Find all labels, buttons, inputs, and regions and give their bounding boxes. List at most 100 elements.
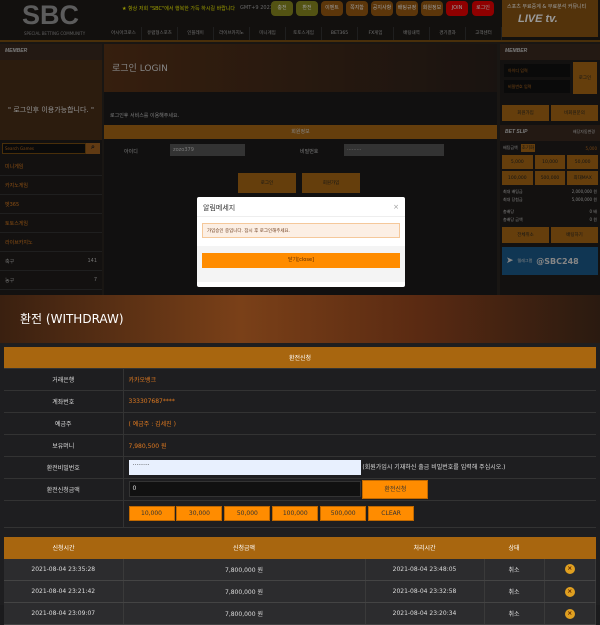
top-button-rules[interactable]: 배팅규정 (396, 1, 418, 16)
nav-item[interactable]: 고객센터 (466, 27, 502, 40)
id-input[interactable]: zozo379 (170, 144, 245, 156)
modal-title: 알림메세지 (203, 203, 235, 210)
notice-ticker: ★ 항상 저희 "SBC"에서 행복한 가득 하시길 바랍니다 (122, 5, 235, 12)
nav-item[interactable]: 라이브카지노 (214, 27, 250, 40)
sidebar-item-label[interactable]: 농구 (5, 277, 14, 283)
sidebar-item-label[interactable]: 미니게임 (5, 163, 23, 169)
quick-amount-button[interactable]: 10,000 (129, 506, 175, 521)
nav-item[interactable]: BET365 (322, 27, 358, 40)
total-amount-value: 0 원 (590, 216, 598, 224)
nav-item[interactable]: 배팅내역 (394, 27, 430, 40)
logo[interactable]: SBC (22, 0, 79, 31)
form-header: 환전신청 (4, 347, 596, 368)
column-header (544, 537, 596, 559)
clock: GMT+9 2021 (240, 5, 273, 11)
id-field[interactable]: 아이디 입력 (504, 64, 570, 77)
nav-item[interactable]: 아시아크로스 (106, 27, 142, 40)
delete-icon[interactable]: × (565, 587, 575, 597)
site-header: SBC SPECIAL BETTING COMMUNITY ★ 항상 저희 "S… (0, 0, 600, 42)
password-hint: (회원가입시 기재하신 출금 비밀번호를 입력해 주십시오.) (362, 464, 505, 471)
balance-label: 보유머니 (4, 434, 123, 456)
sidebar-item-label[interactable]: 벳365 (5, 201, 19, 207)
max-bet-value: 2,000,000 원 (572, 188, 597, 196)
auto-odds-toggle[interactable]: 배당자동변경 (573, 129, 595, 137)
reset-button[interactable]: 초기화 (521, 144, 535, 152)
table-row: 2021-08-04 23:21:427,800,000 원2021-08-04… (4, 581, 596, 603)
login-submit-button[interactable]: 로그인 (238, 173, 296, 193)
place-bet-button[interactable]: 배팅하기 (551, 227, 598, 243)
clear-button[interactable]: CLEAR (368, 506, 414, 521)
nav-item[interactable]: 인플레이 (178, 27, 214, 40)
blank-label (4, 500, 123, 527)
total-amount-label: 총배당 금액 (503, 216, 523, 224)
sidebar-item: 미니게임 (0, 157, 102, 176)
top-button-info[interactable]: 회원정보 (421, 1, 443, 16)
amount-button[interactable]: 최대MAX (567, 171, 598, 185)
top-button-charge[interactable]: 충전 (271, 1, 293, 16)
nav-item[interactable]: FX게임 (358, 27, 394, 40)
top-button-notice[interactable]: 공지사항 (371, 1, 393, 16)
modal-message: 가입승인 중입니다. 잠시 후 로그인해주세요. (202, 223, 400, 238)
pw-label: 비밀번호 (300, 148, 318, 155)
amount-button[interactable]: 10,000 (535, 155, 566, 169)
delete-icon[interactable]: × (565, 564, 575, 574)
withdraw-submit-button[interactable]: 환전신청 (362, 480, 428, 499)
withdraw-page: 환전 (WITHDRAW) 환전신청 거래은행카카오뱅크 계좌번호3333076… (0, 295, 600, 605)
modal-close-button[interactable]: 닫기[close] (202, 253, 400, 268)
request-time: 2021-08-04 23:35:28 (4, 559, 123, 581)
max-bet-label: 최대 배팅금 (503, 188, 523, 196)
top-button-withdraw[interactable]: 환전 (296, 1, 318, 16)
quick-amount-button[interactable]: 30,000 (176, 506, 222, 521)
withdraw-form: 환전신청 거래은행카카오뱅크 계좌번호333307687**** 예금주( 예금… (4, 347, 596, 528)
login-info: 로그인후 서비스를 이용해주세요. (104, 92, 497, 125)
request-time: 2021-08-04 23:21:42 (4, 581, 123, 603)
telegram-id: @SBC248 (536, 257, 578, 266)
column-header: 신청시간 (4, 537, 123, 559)
live-tv-title: 스포츠 무료중계 & 무료분석 커뮤니티 (502, 0, 598, 13)
request-amount: 7,800,000 원 (123, 581, 365, 603)
status: 취소 (484, 603, 544, 625)
amount-button[interactable]: 500,000 (535, 171, 566, 185)
processed-time: 2021-08-04 23:48:05 (365, 559, 484, 581)
member-heading: MEMBER (0, 44, 102, 60)
password-field[interactable]: 비밀번호 입력 (504, 80, 570, 93)
close-icon[interactable]: × (393, 203, 399, 210)
withdraw-password-label: 환전비밀번호 (4, 456, 123, 478)
sidebar-item-label[interactable]: 라이브카지노 (5, 239, 33, 245)
nav-item[interactable]: 유럽형스포츠 (142, 27, 178, 40)
live-tv-banner[interactable]: 스포츠 무료중계 & 무료분석 커뮤니티 LIVE tv. (502, 0, 598, 37)
cancel-all-button[interactable]: 전체취소 (502, 227, 549, 243)
withdraw-password-input[interactable]: ········· (129, 460, 361, 475)
top-button-messages[interactable]: 쪽지함 (346, 1, 368, 16)
amount-button[interactable]: 5,000 (502, 155, 533, 169)
join-button[interactable]: JOIN (446, 1, 468, 16)
sidebar-item-label[interactable]: 축구 (5, 258, 14, 264)
sidebar-item-label[interactable]: 토토스게임 (5, 220, 28, 226)
bank-value: 카카오뱅크 (123, 368, 596, 390)
pw-input[interactable]: ········· (344, 144, 444, 156)
top-button-event[interactable]: 이벤트 (321, 1, 343, 16)
quick-amount-button[interactable]: 500,000 (320, 506, 366, 521)
withdraw-amount-input[interactable]: 0 (129, 481, 361, 497)
quick-amount-button[interactable]: 100,000 (272, 506, 318, 521)
amount-button[interactable]: 100,000 (502, 171, 533, 185)
nav-item[interactable]: 토토스게임 (286, 27, 322, 40)
bet-amount-input[interactable]: 5,000 (538, 146, 597, 151)
nav-item[interactable]: 경기결과 (430, 27, 466, 40)
total-odds-label: 총배당 (503, 208, 514, 216)
nav-item[interactable]: 미니게임 (250, 27, 286, 40)
quick-amount-button[interactable]: 50,000 (224, 506, 270, 521)
telegram-banner[interactable]: ➤ 텔레그램 @SBC248 (502, 247, 598, 275)
login-button[interactable]: 로그인 (472, 1, 494, 16)
amount-button[interactable]: 50,000 (567, 155, 598, 169)
total-odds-value: 0 배 (590, 208, 598, 216)
sidebar-login-button[interactable]: 로그인 (573, 62, 597, 94)
search-input[interactable]: Search Games (2, 143, 86, 154)
sidebar-item-label[interactable]: 카지노게임 (5, 182, 28, 188)
sidebar-signup-button[interactable]: 회원가입 (502, 105, 549, 121)
signup-button[interactable]: 회원가입 (302, 173, 360, 193)
table-row: 2021-08-04 23:09:077,800,000 원2021-08-04… (4, 603, 596, 625)
search-icon[interactable]: ⌕ (86, 143, 100, 154)
guest-inquiry-button[interactable]: 비회원문의 (551, 105, 598, 121)
delete-icon[interactable]: × (565, 609, 575, 619)
